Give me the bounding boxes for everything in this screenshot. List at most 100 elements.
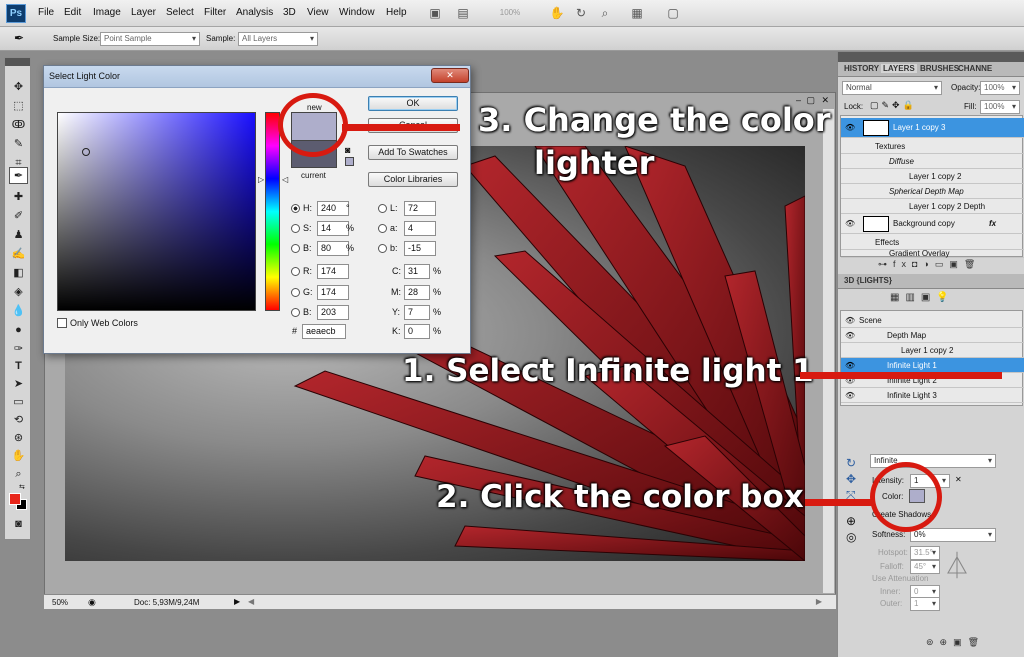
3d-rotate-tool-icon[interactable]: ⟲	[9, 412, 28, 429]
layer-row-active[interactable]: 👁 Layer 1 copy 3	[841, 118, 1024, 138]
status-menu-icon[interactable]: ◉	[88, 597, 96, 608]
eyedropper-preset-icon[interactable]: ✒	[14, 31, 24, 45]
menu-edit[interactable]: Edit	[64, 7, 81, 18]
visibility-eye-icon[interactable]: 👁	[845, 214, 855, 234]
arrange-documents-icon[interactable]: ▦	[628, 5, 646, 21]
h-field[interactable]: 240	[317, 201, 349, 216]
light-rotate-icon[interactable]: ↻	[846, 456, 856, 470]
blue-field[interactable]: 203	[317, 305, 349, 320]
type-tool-icon[interactable]: T	[9, 358, 28, 375]
dialog-close-button[interactable]: ✕	[431, 68, 469, 83]
visibility-eye-icon[interactable]: 👁	[845, 358, 855, 373]
hotspot-field[interactable]: 31.5°	[910, 546, 940, 560]
tab-history[interactable]: HISTORY	[844, 64, 879, 73]
lights-panel-title[interactable]: 3D {LIGHTS}	[844, 276, 892, 285]
intensity-close-icon[interactable]: ✕	[955, 475, 962, 484]
layer-name[interactable]: Layer 1 copy 3	[893, 118, 945, 138]
visibility-eye-icon[interactable]: 👁	[845, 118, 855, 138]
m-field[interactable]: 28	[404, 285, 430, 300]
fill-field[interactable]: 100%	[980, 100, 1020, 114]
layer-row[interactable]: Spherical Depth Map	[841, 184, 1024, 199]
eraser-tool-icon[interactable]: ◧	[9, 265, 28, 282]
r-radio[interactable]	[291, 267, 300, 276]
dodge-tool-icon[interactable]: ●	[9, 322, 28, 339]
brush-tool-icon[interactable]: ✐	[9, 208, 28, 225]
toolbox-grip[interactable]	[5, 58, 30, 66]
screen-view-icon[interactable]: ▤	[454, 5, 472, 21]
layer-row[interactable]: 👁 Background copy fx	[841, 214, 1024, 234]
menu-window[interactable]: Window	[339, 7, 375, 18]
c-field[interactable]: 31	[404, 264, 430, 279]
lasso-tool-icon[interactable]: ↂ	[9, 117, 28, 134]
zoom-tool-icon[interactable]: ⌕	[9, 466, 28, 483]
sample-select[interactable]: All Layers	[238, 32, 318, 46]
screen-mode-icon[interactable]: ▢	[664, 5, 682, 21]
shape-tool-icon[interactable]: ▭	[9, 394, 28, 411]
hand-tool-icon[interactable]: ✋	[9, 448, 28, 465]
add-to-swatches-button[interactable]: Add To Swatches	[368, 145, 458, 160]
foreground-color-swatch[interactable]	[9, 493, 21, 505]
softness-field[interactable]: 0%	[910, 528, 996, 542]
zoom-icon[interactable]: ⌕	[596, 5, 614, 21]
mesh-row[interactable]: 👁 Depth Map	[841, 328, 1024, 343]
panel-dock-header[interactable]	[838, 52, 1024, 62]
only-web-colors-checkbox[interactable]	[57, 318, 67, 328]
light-row-selected[interactable]: 👁 Infinite Light 1	[841, 358, 1024, 373]
visibility-eye-icon[interactable]: 👁	[845, 328, 855, 343]
clone-stamp-tool-icon[interactable]: ♟	[9, 227, 28, 244]
pen-tool-icon[interactable]: ✑	[9, 341, 28, 358]
healing-brush-tool-icon[interactable]: ✚	[9, 189, 28, 206]
color-field-picker[interactable]	[57, 112, 256, 311]
light-pan-icon[interactable]: ✥	[846, 472, 856, 486]
blue-radio[interactable]	[291, 308, 300, 317]
history-brush-tool-icon[interactable]: ✍	[9, 246, 28, 263]
lights-footer-icons[interactable]: ⊚⊕▣🗑	[926, 637, 985, 648]
hue-slider-right-handle-icon[interactable]: ◁	[282, 175, 288, 184]
layers-footer-icons[interactable]: ⊶fx◘◑▭▣🗑	[878, 259, 981, 270]
sample-size-select[interactable]: Point Sample	[100, 32, 200, 46]
hand-icon[interactable]: ✋	[548, 5, 566, 21]
web-safe-cube-icon[interactable]	[345, 157, 354, 166]
light-add-icon[interactable]: ⊕	[846, 514, 856, 528]
layer-row[interactable]: Layer 1 copy 2	[841, 169, 1024, 184]
gamut-warning-icon[interactable]: ◙	[345, 145, 350, 155]
rotate-view-icon[interactable]: ↻	[572, 5, 590, 21]
l-field[interactable]: 72	[404, 201, 436, 216]
menu-help[interactable]: Help	[386, 7, 407, 18]
color-picker-cursor[interactable]	[82, 148, 90, 156]
g-radio[interactable]	[291, 288, 300, 297]
scroll-right-icon[interactable]: ▶	[816, 597, 822, 606]
b-radio[interactable]	[291, 244, 300, 253]
quick-mask-icon[interactable]: ◙	[9, 516, 28, 533]
menu-3d[interactable]: 3D	[283, 7, 296, 18]
tab-channels[interactable]: CHANNE	[958, 64, 992, 73]
material-row[interactable]: Layer 1 copy 2	[841, 343, 1024, 358]
menu-analysis[interactable]: Analysis	[236, 7, 273, 18]
layer-row[interactable]: Effects	[841, 235, 1024, 250]
zoom-level[interactable]: 100%	[496, 5, 524, 21]
layer-row[interactable]: Layer 1 copy 2 Depth	[841, 199, 1024, 214]
layer-row[interactable]: Textures	[841, 139, 1024, 154]
opacity-field[interactable]: 100%	[980, 81, 1020, 95]
layer-row[interactable]: Diffuse	[841, 154, 1024, 169]
menu-file[interactable]: File	[38, 7, 54, 18]
a-field[interactable]: 4	[404, 221, 436, 236]
visibility-eye-icon[interactable]: 👁	[845, 388, 855, 403]
status-arrow-icon[interactable]: ▶	[234, 597, 240, 606]
lab-b-radio[interactable]	[378, 244, 387, 253]
fx-icon[interactable]: fx	[989, 214, 996, 234]
menu-view[interactable]: View	[307, 7, 329, 18]
doc-vertical-scrollbar[interactable]	[822, 109, 834, 593]
layer-row[interactable]: Gradient Overlay	[841, 249, 1024, 258]
tab-brushes[interactable]: BRUSHES	[920, 64, 959, 73]
hex-field[interactable]: aeaecb	[302, 324, 346, 339]
light-camera-icon[interactable]: ◎	[846, 530, 856, 544]
b-field[interactable]: 80	[317, 241, 349, 256]
menu-layer[interactable]: Layer	[131, 7, 156, 18]
visibility-eye-icon[interactable]: 👁	[845, 313, 855, 328]
s-radio[interactable]	[291, 224, 300, 233]
scene-row[interactable]: 👁 Scene	[841, 313, 1024, 328]
use-attenuation-checkbox[interactable]: Use Attenuation	[872, 574, 928, 583]
eyedropper-tool-icon[interactable]: ✒	[9, 167, 28, 184]
l-radio[interactable]	[378, 204, 387, 213]
